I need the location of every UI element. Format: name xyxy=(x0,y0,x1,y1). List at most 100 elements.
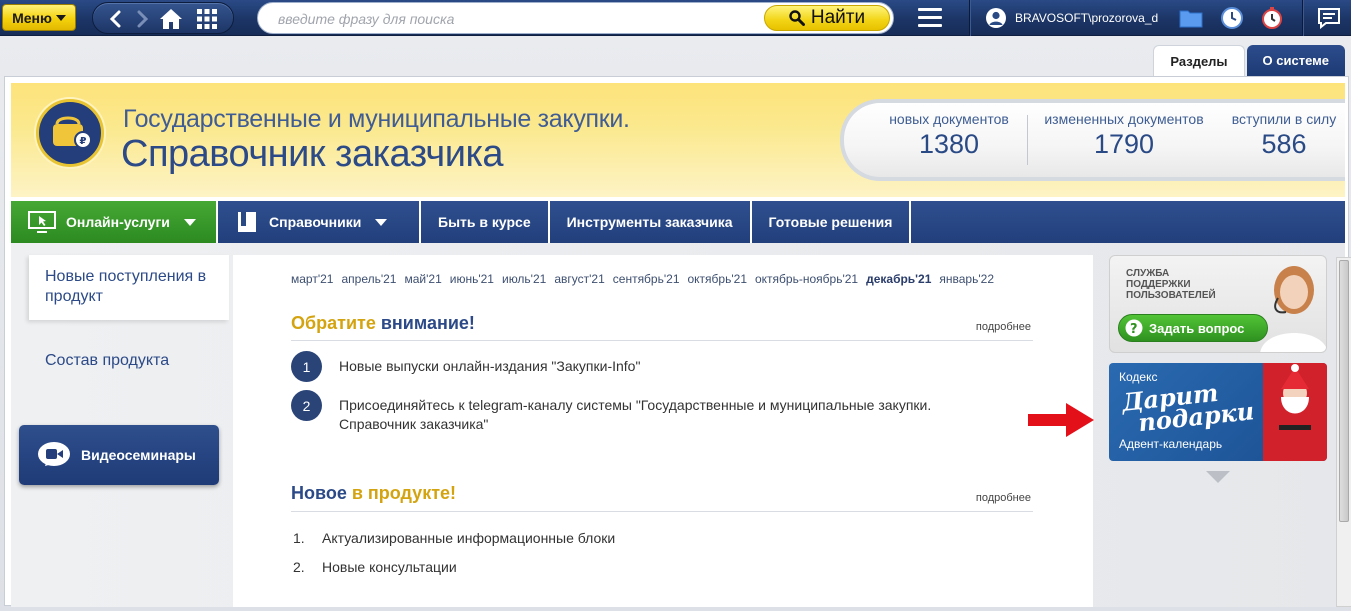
advent-subtitle: Адвент-календарь xyxy=(1119,437,1223,451)
vertical-scrollbar[interactable] xyxy=(1336,257,1351,607)
stat-value: 586 xyxy=(1261,129,1307,159)
menu-online-services-label: Онлайн-услуги xyxy=(66,214,170,230)
svg-text:?: ? xyxy=(1130,322,1138,337)
banner-subtitle: Государственные и муниципальные закупки. xyxy=(123,105,630,133)
stat-entered-into-force[interactable]: вступили в силу 586 xyxy=(1222,111,1346,160)
ask-question-label: Задать вопрос xyxy=(1149,320,1245,336)
menu-customer-tools[interactable]: Инструменты заказчика xyxy=(550,201,752,243)
new-title-part2: в продукте! xyxy=(351,483,457,503)
attention-title: Обратите внимание! xyxy=(291,313,475,334)
toolbar-divider xyxy=(969,0,970,36)
scrollbar-thumb[interactable] xyxy=(1339,260,1349,522)
document-stats: новых документов 1380 измененных докумен… xyxy=(840,99,1345,181)
month-link[interactable]: октябрь'21 xyxy=(688,272,748,286)
user-avatar-icon[interactable] xyxy=(985,7,1007,29)
ask-question-button[interactable]: ? Задать вопрос xyxy=(1118,314,1268,342)
book-icon xyxy=(238,212,256,232)
back-arrow-icon[interactable] xyxy=(101,7,129,31)
stat-label: вступили в силу xyxy=(1231,111,1337,127)
history-clock-icon[interactable] xyxy=(1219,5,1245,31)
search-input[interactable] xyxy=(278,10,758,28)
month-link[interactable]: июль'21 xyxy=(502,272,546,286)
news-panel: март'21 апрель'21 май'21 июнь'21 июль'21… xyxy=(233,255,1093,607)
user-area: BRAVOSOFT\prozorova_d xyxy=(985,6,1158,30)
month-filter: март'21 апрель'21 май'21 июнь'21 июль'21… xyxy=(291,272,994,286)
item-number-badge: 1 xyxy=(291,351,322,382)
menu-stay-informed[interactable]: Быть в курсе xyxy=(421,201,550,243)
video-seminars-label: Видеосеминары xyxy=(81,447,196,463)
caret-down-icon xyxy=(183,218,196,226)
main-frame: Разделы О системе ₽ Государственные и му… xyxy=(0,36,1351,611)
attention-item-link[interactable]: Присоединяйтесь к telegram-каналу систем… xyxy=(339,396,999,434)
left-navigation: Новые поступления в продукт Состав проду… xyxy=(17,255,231,607)
forward-arrow-icon[interactable] xyxy=(129,7,157,31)
top-tabs: Разделы О системе xyxy=(1153,45,1345,76)
menu-directories[interactable]: Справочники xyxy=(218,201,421,243)
stat-new-documents[interactable]: новых документов 1380 xyxy=(874,111,1024,160)
grid-apps-icon[interactable] xyxy=(193,7,221,31)
advent-calendar-banner[interactable]: Кодекс Дарит подарки Адвент-календарь xyxy=(1109,363,1327,461)
caret-down-icon xyxy=(375,218,388,226)
caret-down-icon xyxy=(55,14,66,21)
content-area: ₽ Государственные и муниципальные закупк… xyxy=(4,76,1351,607)
new-in-product-more-link[interactable]: подробнее xyxy=(976,492,1031,504)
month-link[interactable]: январь'22 xyxy=(939,272,994,286)
carousel-down-arrow-icon[interactable] xyxy=(1206,471,1230,483)
user-name[interactable]: BRAVOSOFT\prozorova_d xyxy=(1015,11,1158,25)
menu-online-services[interactable]: Онлайн-услуги xyxy=(11,201,218,243)
tab-sections[interactable]: Разделы xyxy=(1153,45,1245,76)
month-link-active[interactable]: декабрь'21 xyxy=(866,272,931,286)
stat-label: измененных документов xyxy=(1044,111,1204,127)
nav-product-composition[interactable]: Состав продукта xyxy=(45,352,169,370)
stat-label: новых документов xyxy=(889,111,1009,127)
support-text: СЛУЖБА ПОДДЕРЖКИ ПОЛЬЗОВАТЕЛЕЙ xyxy=(1126,268,1216,301)
navigation-buttons xyxy=(92,2,234,34)
nav-new-items[interactable]: Новые поступления в продукт xyxy=(29,255,229,320)
support-banner[interactable]: СЛУЖБА ПОДДЕРЖКИ ПОЛЬЗОВАТЕЛЕЙ ? Задать … xyxy=(1109,255,1327,353)
month-link[interactable]: август'21 xyxy=(554,272,604,286)
month-link[interactable]: октябрь-ноябрь'21 xyxy=(755,272,858,286)
section-divider xyxy=(291,511,1033,512)
magnifier-icon xyxy=(789,10,805,26)
svg-text:₽: ₽ xyxy=(80,136,87,147)
attention-more-link[interactable]: подробнее xyxy=(976,321,1031,333)
month-link[interactable]: сентябрь'21 xyxy=(613,272,680,286)
menu-ready-solutions[interactable]: Готовые решения xyxy=(752,201,912,243)
menu-button-label: Меню xyxy=(12,9,52,26)
month-link[interactable]: март'21 xyxy=(291,272,333,286)
product-banner: ₽ Государственные и муниципальные закупк… xyxy=(11,83,1345,197)
attention-title-part2: внимание! xyxy=(380,313,475,333)
month-link[interactable]: апрель'21 xyxy=(341,272,396,286)
toolbar-divider xyxy=(1302,0,1303,36)
stopwatch-icon[interactable] xyxy=(1259,5,1285,31)
find-button-label: Найти xyxy=(810,7,866,28)
month-link[interactable]: июнь'21 xyxy=(450,272,494,286)
new-item-link[interactable]: Новые консультации xyxy=(322,559,457,575)
find-button[interactable]: Найти xyxy=(764,5,890,31)
stat-changed-documents[interactable]: измененных документов 1790 xyxy=(1034,111,1214,160)
month-link[interactable]: май'21 xyxy=(404,272,441,286)
support-line: СЛУЖБА xyxy=(1126,268,1170,279)
support-line: ПОДДЕРЖКИ xyxy=(1126,279,1191,290)
folder-icon[interactable] xyxy=(1178,5,1204,31)
advent-script-text: Дарит подарки xyxy=(1121,378,1256,437)
section-divider xyxy=(291,340,1033,341)
search-bar: Найти xyxy=(257,2,894,34)
item-number-badge: 2 xyxy=(291,390,322,421)
new-in-product-title: Новое в продукте! xyxy=(291,483,456,504)
stat-divider xyxy=(1027,115,1028,165)
stat-value: 1790 xyxy=(1093,129,1155,159)
menu-button[interactable]: Меню xyxy=(2,4,76,31)
red-pointer-arrow-icon xyxy=(1028,403,1094,437)
attention-title-part1: Обратите xyxy=(291,313,376,333)
new-item-link[interactable]: Актуализированные информационные блоки xyxy=(322,530,615,546)
video-seminars-button[interactable]: Видеосеминары xyxy=(19,425,219,485)
menu-directories-label: Справочники xyxy=(269,214,362,230)
home-icon[interactable] xyxy=(157,7,185,31)
feedback-message-icon[interactable] xyxy=(1316,5,1342,31)
attention-item-link[interactable]: Новые выпуски онлайн-издания "Закупки-In… xyxy=(339,357,640,376)
stat-value: 1380 xyxy=(918,129,980,159)
tab-about-system[interactable]: О системе xyxy=(1246,45,1345,76)
hamburger-menu-icon[interactable] xyxy=(918,8,942,28)
question-icon: ? xyxy=(1125,319,1143,337)
